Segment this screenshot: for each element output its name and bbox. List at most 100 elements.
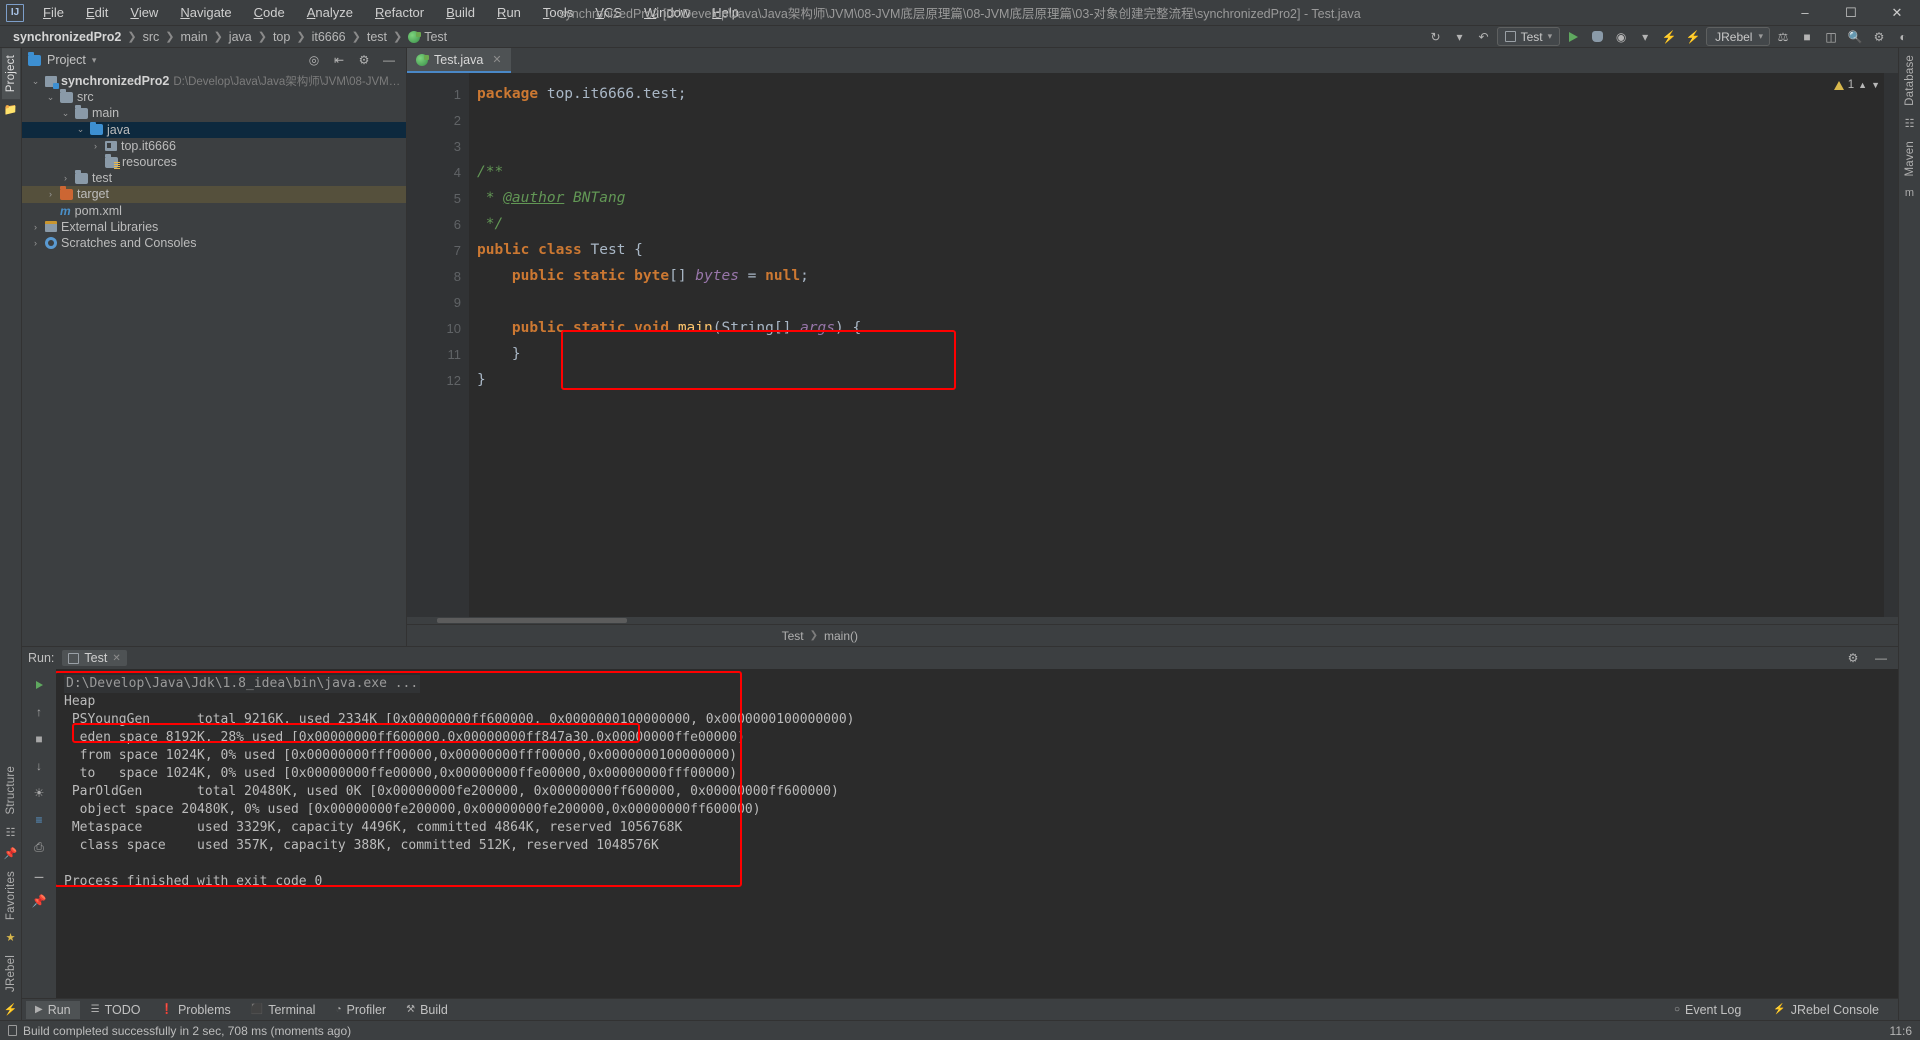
breadcrumb-segment-java[interactable]: java	[224, 29, 257, 45]
chevron-icon[interactable]: ›	[30, 238, 41, 248]
breadcrumb-segment-synchronizedpro2[interactable]: synchronizedPro2	[8, 29, 126, 45]
sidebar-tab-jrebel[interactable]: JRebel	[2, 948, 20, 999]
editor-horizontal-scrollbar[interactable]	[407, 617, 1898, 624]
line-number-7[interactable]: 7	[407, 237, 487, 263]
line-number-9[interactable]: 9	[407, 289, 469, 315]
chevron-icon[interactable]: ⌄	[75, 124, 86, 135]
line-number-2[interactable]: 2	[407, 107, 469, 133]
breadcrumb-file[interactable]: Test	[403, 29, 452, 45]
attach-icon[interactable]: ⚖	[1772, 27, 1794, 47]
sidebar-tab-structure[interactable]: Structure	[2, 759, 20, 821]
menu-item-file[interactable]: File	[32, 1, 75, 24]
breadcrumb-segment-main[interactable]: main	[175, 29, 212, 45]
line-number-12[interactable]: 12	[407, 367, 469, 393]
line-number-4[interactable]: 4	[407, 159, 469, 185]
wrap-text-icon[interactable]: ≡	[30, 811, 48, 829]
hide-icon[interactable]: —	[1870, 648, 1892, 668]
maximize-button[interactable]: ☐	[1828, 0, 1874, 26]
chevron-icon[interactable]: ⌄	[45, 92, 56, 103]
sidebar-tab-database[interactable]: Database	[1901, 48, 1919, 113]
menu-item-run[interactable]: Run	[486, 1, 532, 24]
sidebar-tab-project[interactable]: Project	[1, 48, 20, 100]
bottom-tab-event-log[interactable]: ○ Event Log	[1665, 1001, 1750, 1019]
sidebar-tab-maven[interactable]: Maven	[1901, 134, 1919, 184]
debug-button[interactable]	[1586, 27, 1608, 47]
stop-icon[interactable]: ■	[1796, 27, 1818, 47]
gear-icon[interactable]: ⚙	[353, 50, 375, 70]
menu-item-view[interactable]: View	[119, 1, 169, 24]
editor-breadcrumb-test[interactable]: Test	[782, 629, 804, 643]
jrebel-debug-icon[interactable]: ⚡	[1682, 27, 1704, 47]
code-line-8[interactable]: public static byte[] bytes = null;	[469, 263, 1898, 289]
inspection-strip[interactable]	[1884, 73, 1898, 617]
jrebel-selector[interactable]: JRebel ▾	[1706, 27, 1770, 46]
chevron-icon[interactable]: ⌄	[60, 108, 71, 119]
rerun-button[interactable]	[30, 676, 48, 694]
chevron-icon[interactable]: ›	[30, 222, 41, 232]
undo-icon[interactable]: ↶	[1473, 27, 1495, 47]
code-line-3[interactable]	[469, 133, 1898, 159]
bottom-tab-run[interactable]: ▶ Run	[26, 1000, 80, 1019]
hide-icon[interactable]: —	[378, 50, 400, 70]
tree-item-target[interactable]: › target	[22, 186, 406, 203]
tree-item-top-it6666[interactable]: › top.it6666	[22, 138, 406, 154]
minimize-button[interactable]: –	[1782, 0, 1828, 26]
code-line-12[interactable]: }	[469, 367, 1898, 393]
bottom-tab-terminal[interactable]: ⬛ Terminal	[242, 1001, 325, 1019]
code-line-10[interactable]: public static void main(String[] args) {	[469, 315, 1898, 341]
breadcrumb-segment-src[interactable]: src	[138, 29, 165, 45]
menu-item-code[interactable]: Code	[243, 1, 296, 24]
chevron-down-icon[interactable]: ▾	[1634, 27, 1656, 47]
chevron-icon[interactable]: ›	[90, 141, 101, 151]
breadcrumb-segment-top[interactable]: top	[268, 29, 295, 45]
update-project-icon[interactable]: ↻	[1425, 27, 1447, 47]
tree-item-test[interactable]: › test	[22, 170, 406, 186]
menu-item-vcs[interactable]: VCS	[584, 1, 633, 24]
menu-item-window[interactable]: Window	[633, 1, 701, 24]
bottom-tab-build[interactable]: ⚒ Build	[397, 1001, 457, 1019]
breadcrumb-segment-test[interactable]: test	[362, 29, 392, 45]
chevron-icon[interactable]: ›	[60, 173, 71, 183]
line-number-5[interactable]: 5	[407, 185, 469, 211]
code-line-5[interactable]: * @author BNTang	[469, 185, 1898, 211]
bottom-tab-jrebel-console[interactable]: ⚡ JRebel Console	[1764, 1001, 1888, 1019]
menu-item-build[interactable]: Build	[435, 1, 486, 24]
line-number-8[interactable]: 8	[407, 263, 469, 289]
menu-item-help[interactable]: Help	[701, 1, 750, 24]
menu-item-edit[interactable]: Edit	[75, 1, 119, 24]
line-number-6[interactable]: 6	[407, 211, 469, 237]
tree-item-resources[interactable]: resources	[22, 154, 406, 170]
code-editor[interactable]: – – – – package top.it6666.test; /** * @…	[469, 73, 1898, 617]
menu-item-navigate[interactable]: Navigate	[169, 1, 242, 24]
bottom-tab-problems[interactable]: ❗ Problems	[152, 1001, 240, 1019]
stop-button[interactable]: ■	[30, 730, 48, 748]
clear-all-icon[interactable]: ⚊	[30, 865, 48, 883]
chevron-icon[interactable]: ⌄	[30, 76, 41, 87]
menu-item-tools[interactable]: Tools	[532, 1, 584, 24]
line-number-1[interactable]: 1	[407, 81, 469, 107]
run-tab-test[interactable]: Test ✕	[62, 650, 127, 666]
print-icon[interactable]: ⎙	[30, 838, 48, 856]
tab-test-java[interactable]: Test.java ✕	[407, 48, 511, 73]
search-icon[interactable]: 🔍	[1844, 27, 1866, 47]
gear-icon[interactable]: ⚙	[1868, 27, 1890, 47]
tree-item-synchronizedpro2[interactable]: ⌄ synchronizedPro2 D:\Develop\Java\Java架构师…	[22, 73, 406, 89]
run-with-coverage-button[interactable]: ◉	[1610, 27, 1632, 47]
run-configuration-selector[interactable]: Test ▾	[1496, 27, 1561, 46]
layout-icon[interactable]: ◫	[1820, 27, 1842, 47]
code-line-4[interactable]: /**	[469, 159, 1898, 185]
breadcrumb-segment-it6666[interactable]: it6666	[307, 29, 351, 45]
run-console[interactable]: D:\Develop\Java\Jdk\1.8_idea\bin\java.ex…	[56, 669, 1898, 998]
chevron-down-icon[interactable]: ▾	[92, 55, 97, 66]
scroll-up-icon[interactable]: ↑	[30, 703, 48, 721]
camera-icon[interactable]: ☀	[30, 784, 48, 802]
code-line-1[interactable]: package top.it6666.test;	[469, 81, 1898, 107]
gear-icon[interactable]: ⚙	[1842, 648, 1864, 668]
bottom-tab-todo[interactable]: ☰ TODO	[82, 1001, 150, 1019]
line-number-3[interactable]: 3	[407, 133, 469, 159]
editor-breadcrumb-main-[interactable]: main()	[824, 629, 858, 643]
code-line-9[interactable]	[469, 289, 1898, 315]
code-line-2[interactable]	[469, 107, 1898, 133]
line-number-10[interactable]: 10	[407, 315, 487, 341]
pin-icon[interactable]: 📌	[30, 892, 48, 910]
